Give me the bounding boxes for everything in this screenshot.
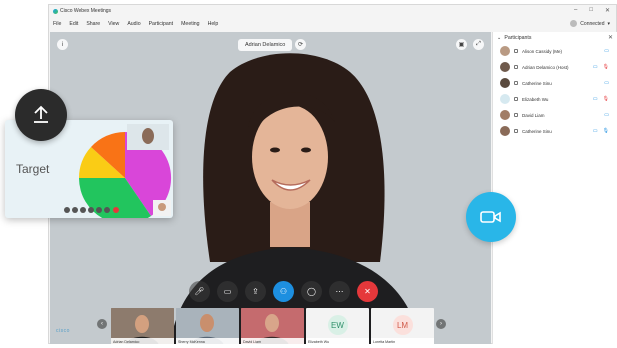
tile-name: Sherry McKenna — [178, 339, 205, 344]
filmstrip-tile[interactable]: David Liam — [241, 308, 304, 344]
participant-name: Catherine Sinu — [522, 80, 552, 86]
tile-label: Sherry McKenna — [176, 338, 239, 344]
menu-meeting[interactable]: Meeting — [181, 21, 199, 27]
menu-participant[interactable]: Participant — [149, 21, 174, 27]
mic-muted-icon[interactable]: 🎙︎ — [603, 96, 609, 102]
video-on-icon[interactable]: ▭ — [604, 48, 609, 54]
avatar — [500, 110, 510, 120]
filmstrip-prev-icon[interactable]: ‹ — [97, 319, 107, 329]
avatar — [500, 94, 510, 104]
tile-name: Adrian Delamico — [113, 339, 140, 344]
settings-gear-icon[interactable] — [570, 20, 578, 27]
video-button[interactable] — [466, 192, 516, 242]
info-icon[interactable]: i — [57, 39, 68, 50]
participant-name: David Liam — [522, 112, 545, 118]
upload-button[interactable] — [15, 89, 67, 141]
video-camera-icon — [480, 211, 501, 223]
video-on-icon[interactable]: ▭ — [604, 112, 609, 118]
video-on-icon[interactable]: ▭ — [593, 96, 598, 102]
close-panel-icon[interactable]: ✕ — [608, 34, 613, 41]
participant-name: Alison Cassidy — [522, 48, 552, 54]
participant-row[interactable]: Elizabeth Wu ▭ 🎙︎ — [493, 91, 617, 107]
menu-audio[interactable]: Audio — [127, 21, 140, 27]
participant-name: Adrian Delamico — [522, 64, 556, 70]
close-window-icon[interactable]: ✕ — [605, 7, 610, 14]
layout-icon[interactable]: ⟳ — [295, 39, 306, 50]
filmstrip-tile[interactable]: Sherry McKenna — [176, 308, 239, 344]
device-icon — [514, 129, 518, 133]
filmstrip: Adrian Delamico Sherry McKenna David Lia… — [111, 308, 434, 344]
participant-name: Elizabeth Wu — [522, 96, 549, 102]
participants-icon[interactable]: ⚇ — [273, 281, 294, 302]
tile-initials: EW — [327, 315, 348, 335]
participant-role: (Me) — [552, 48, 563, 54]
mic-muted-icon[interactable]: 🎙︎ — [603, 64, 609, 70]
chevron-down-icon: ▾ — [607, 20, 610, 27]
filmstrip-tile[interactable]: Adrian Delamico — [111, 308, 174, 344]
mic-on-icon[interactable]: 🎙︎ — [603, 128, 609, 134]
participant-row[interactable]: Alison Cassidy (Me) ▭ — [493, 43, 617, 59]
expand-icon[interactable]: ⤢ — [473, 39, 484, 50]
filmstrip-tile[interactable]: EW Elizabeth Wu — [306, 308, 369, 344]
title-bar: Cisco Webex Meetings – □ ✕ — [49, 5, 616, 17]
tile-name: Loretta Martin — [373, 339, 396, 344]
video-on-icon[interactable]: ▭ — [593, 128, 598, 134]
video-on-icon[interactable]: ▭ — [593, 64, 598, 70]
tile-label: Elizabeth Wu — [306, 338, 369, 344]
participant-row[interactable]: Catherine Sinu ▭ — [493, 75, 617, 91]
menu-share[interactable]: Share — [86, 21, 100, 27]
filmstrip-next-icon[interactable]: › — [436, 319, 446, 329]
tile-label: David Liam — [241, 338, 304, 344]
webex-logo-icon — [53, 8, 58, 14]
connection-status[interactable]: Connected ▾ — [570, 20, 610, 27]
filmstrip-tile[interactable]: LM Loretta Martin — [371, 308, 434, 344]
participant-row[interactable]: Catherine Sinu ▭ 🎙︎ — [493, 123, 617, 139]
camera-icon[interactable]: ▭ — [217, 281, 238, 302]
chevron-down-icon: ⌄ — [497, 34, 502, 41]
participant-name: Catherine Sinu — [522, 128, 552, 134]
avatar — [500, 46, 510, 56]
grid-view-icon[interactable]: ▣ — [456, 39, 467, 50]
meeting-controls: 🎤︎ ▭ ⇪ ⚇ ◯ ⋯ ✕ — [189, 281, 378, 302]
share-icon[interactable]: ⇪ — [245, 281, 266, 302]
avatar — [500, 62, 510, 72]
window-title: Cisco Webex Meetings — [60, 8, 112, 14]
tile-label: Adrian Delamico — [111, 338, 174, 344]
more-icon[interactable]: ⋯ — [329, 281, 350, 302]
participant-row[interactable]: Adrian Delamico (Host) ▭ 🎙︎ — [493, 59, 617, 75]
chat-icon[interactable]: ◯ — [301, 281, 322, 302]
active-speaker-name: Adrian Delamico — [245, 42, 286, 48]
participant-role: (Host) — [556, 64, 569, 70]
cisco-logo: cisco — [56, 328, 70, 334]
device-icon — [514, 81, 518, 85]
menu-edit[interactable]: Edit — [69, 21, 78, 27]
device-icon — [514, 49, 518, 53]
participants-panel: ⌄ Participants ✕ Alison Cassidy (Me) ▭ A… — [492, 32, 617, 344]
participants-title: Participants — [504, 34, 532, 41]
connection-label: Connected — [580, 20, 605, 27]
menu-bar: File Edit Share View Audio Participant M… — [49, 17, 616, 30]
menu-help[interactable]: Help — [208, 21, 219, 27]
active-speaker-label: Adrian Delamico — [238, 39, 293, 51]
device-icon — [514, 65, 518, 69]
tile-label: Loretta Martin — [371, 338, 434, 344]
video-on-icon[interactable]: ▭ — [604, 80, 609, 86]
minimize-icon[interactable]: – — [574, 7, 577, 14]
avatar — [500, 126, 510, 136]
menu-view[interactable]: View — [108, 21, 119, 27]
microphone-icon[interactable]: 🎤︎ — [189, 281, 210, 302]
avatar — [500, 78, 510, 88]
device-icon — [514, 113, 518, 117]
menu-file[interactable]: File — [53, 21, 61, 27]
end-meeting-icon[interactable]: ✕ — [357, 281, 378, 302]
participant-row[interactable]: David Liam ▭ — [493, 107, 617, 123]
upload-arrow-icon — [34, 105, 48, 123]
tile-name: Elizabeth Wu — [308, 339, 330, 344]
tile-initials: LM — [392, 315, 413, 335]
phone-icon — [514, 97, 518, 101]
maximize-icon[interactable]: □ — [589, 7, 593, 14]
participants-header[interactable]: ⌄ Participants ✕ — [493, 32, 617, 43]
tile-name: David Liam — [243, 339, 261, 344]
